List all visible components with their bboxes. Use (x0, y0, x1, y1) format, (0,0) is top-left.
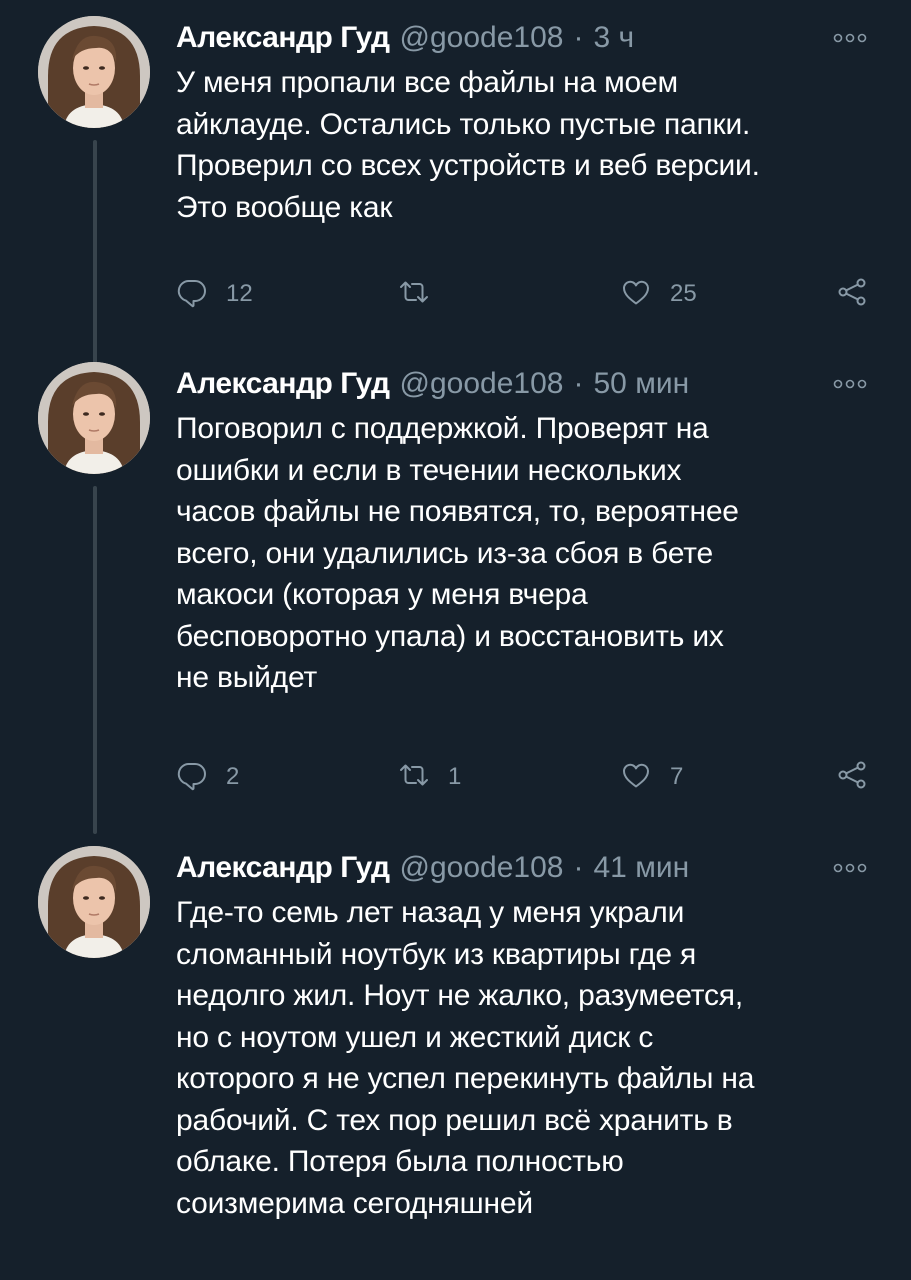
tweet-text: Где-то семь лет назад у меня украли слом… (176, 892, 876, 1224)
timestamp[interactable]: 3 ч (593, 21, 634, 55)
avatar[interactable] (38, 362, 150, 474)
like-button[interactable]: 25 (620, 272, 697, 316)
retweet-icon (398, 759, 430, 796)
retweet-button[interactable]: 1 (398, 755, 461, 799)
like-count: 25 (670, 280, 697, 307)
share-icon (836, 759, 868, 796)
thread-line (93, 140, 97, 368)
avatar[interactable] (38, 16, 150, 128)
tweet-text-line: бесповоротно упала) и восстановить их (176, 619, 724, 653)
tweet-text-line: айклауде. Остались только пустые папки. (176, 107, 751, 141)
author-handle[interactable]: @goode108 (400, 367, 564, 401)
like-button[interactable]: 7 (620, 755, 683, 799)
reply-button[interactable]: 2 (176, 755, 239, 799)
retweet-count: 1 (448, 763, 462, 790)
tweet-text-line: Где-то семь лет назад у меня украли (176, 896, 685, 929)
tweet-actions: 2 1 7 (176, 755, 876, 799)
reply-icon (176, 759, 208, 796)
tweet-header: Александр Гуд @goode108 · 3 ч (176, 16, 876, 60)
tweet-text-line: которого я не успел перекинуть файлы на (176, 1062, 755, 1095)
tweet-text-line: макоси (которая у меня вчера (176, 578, 588, 611)
author-handle[interactable]: @goode108 (400, 21, 564, 55)
tweet-text-line: Это вообще как (176, 190, 393, 224)
tweet-text-line: часов файлы не появятся, то, вероятнее (176, 495, 739, 528)
avatar[interactable] (38, 846, 150, 958)
tweet-text-line: рабочий. С тех пор решил всё хранить в (176, 1103, 733, 1137)
share-button[interactable] (836, 272, 868, 316)
tweet-text-line: облаке. Потеря была полностью (176, 1145, 624, 1178)
reply-count: 12 (226, 280, 253, 307)
tweet-actions: 12 25 (176, 272, 876, 316)
tweet-text-line: но с ноутом ушел и жесткий диск с (176, 1020, 654, 1054)
tweet-text: Поговорил с поддержкой. Проверят на ошиб… (176, 408, 876, 699)
author-name[interactable]: Александр Гуд (176, 21, 390, 55)
tweet-text-line: Проверил со всех устройств и веб версии. (176, 149, 760, 182)
separator-dot: · (573, 21, 584, 54)
tweet-text-line: недолго жил. Ноут не жалко, разумеется, (176, 979, 743, 1012)
separator-dot: · (573, 367, 584, 400)
tweet-header: Александр Гуд @goode108 · 50 мин (176, 362, 876, 406)
tweet-text-line: соизмерима сегодняшней (176, 1186, 533, 1220)
retweet-icon (398, 276, 430, 313)
heart-icon (620, 276, 652, 313)
more-icon[interactable] (830, 28, 870, 48)
tweet-header: Александр Гуд @goode108 · 41 мин (176, 846, 876, 890)
tweet-text-line: ошибки и если в течении нескольких (176, 453, 682, 487)
tweet-text: У меня пропали все файлы на моем айклауд… (176, 62, 876, 228)
author-handle[interactable]: @goode108 (400, 851, 564, 885)
author-name[interactable]: Александр Гуд (176, 851, 390, 885)
thread-line (93, 486, 97, 834)
reply-button[interactable]: 12 (176, 272, 253, 316)
reply-count: 2 (226, 763, 240, 790)
author-name[interactable]: Александр Гуд (176, 367, 390, 401)
share-icon (836, 276, 868, 313)
tweet-text-line: У меня пропали все файлы на моем (176, 66, 678, 99)
more-icon[interactable] (830, 858, 870, 878)
more-icon[interactable] (830, 374, 870, 394)
heart-icon (620, 759, 652, 796)
reply-icon (176, 276, 208, 313)
retweet-button[interactable] (398, 272, 430, 316)
timestamp[interactable]: 50 мин (593, 367, 689, 401)
tweet-text-line: Поговорил с поддержкой. Проверят на (176, 412, 709, 445)
like-count: 7 (670, 763, 684, 790)
separator-dot: · (573, 851, 584, 884)
tweet-text-line: сломанный ноутбук из квартиры где я (176, 937, 696, 971)
share-button[interactable] (836, 755, 868, 799)
tweet-text-line: всего, они удалились из-за сбоя в бете (176, 536, 713, 570)
tweet-text-line: не выйдет (176, 661, 317, 694)
timestamp[interactable]: 41 мин (593, 851, 689, 885)
